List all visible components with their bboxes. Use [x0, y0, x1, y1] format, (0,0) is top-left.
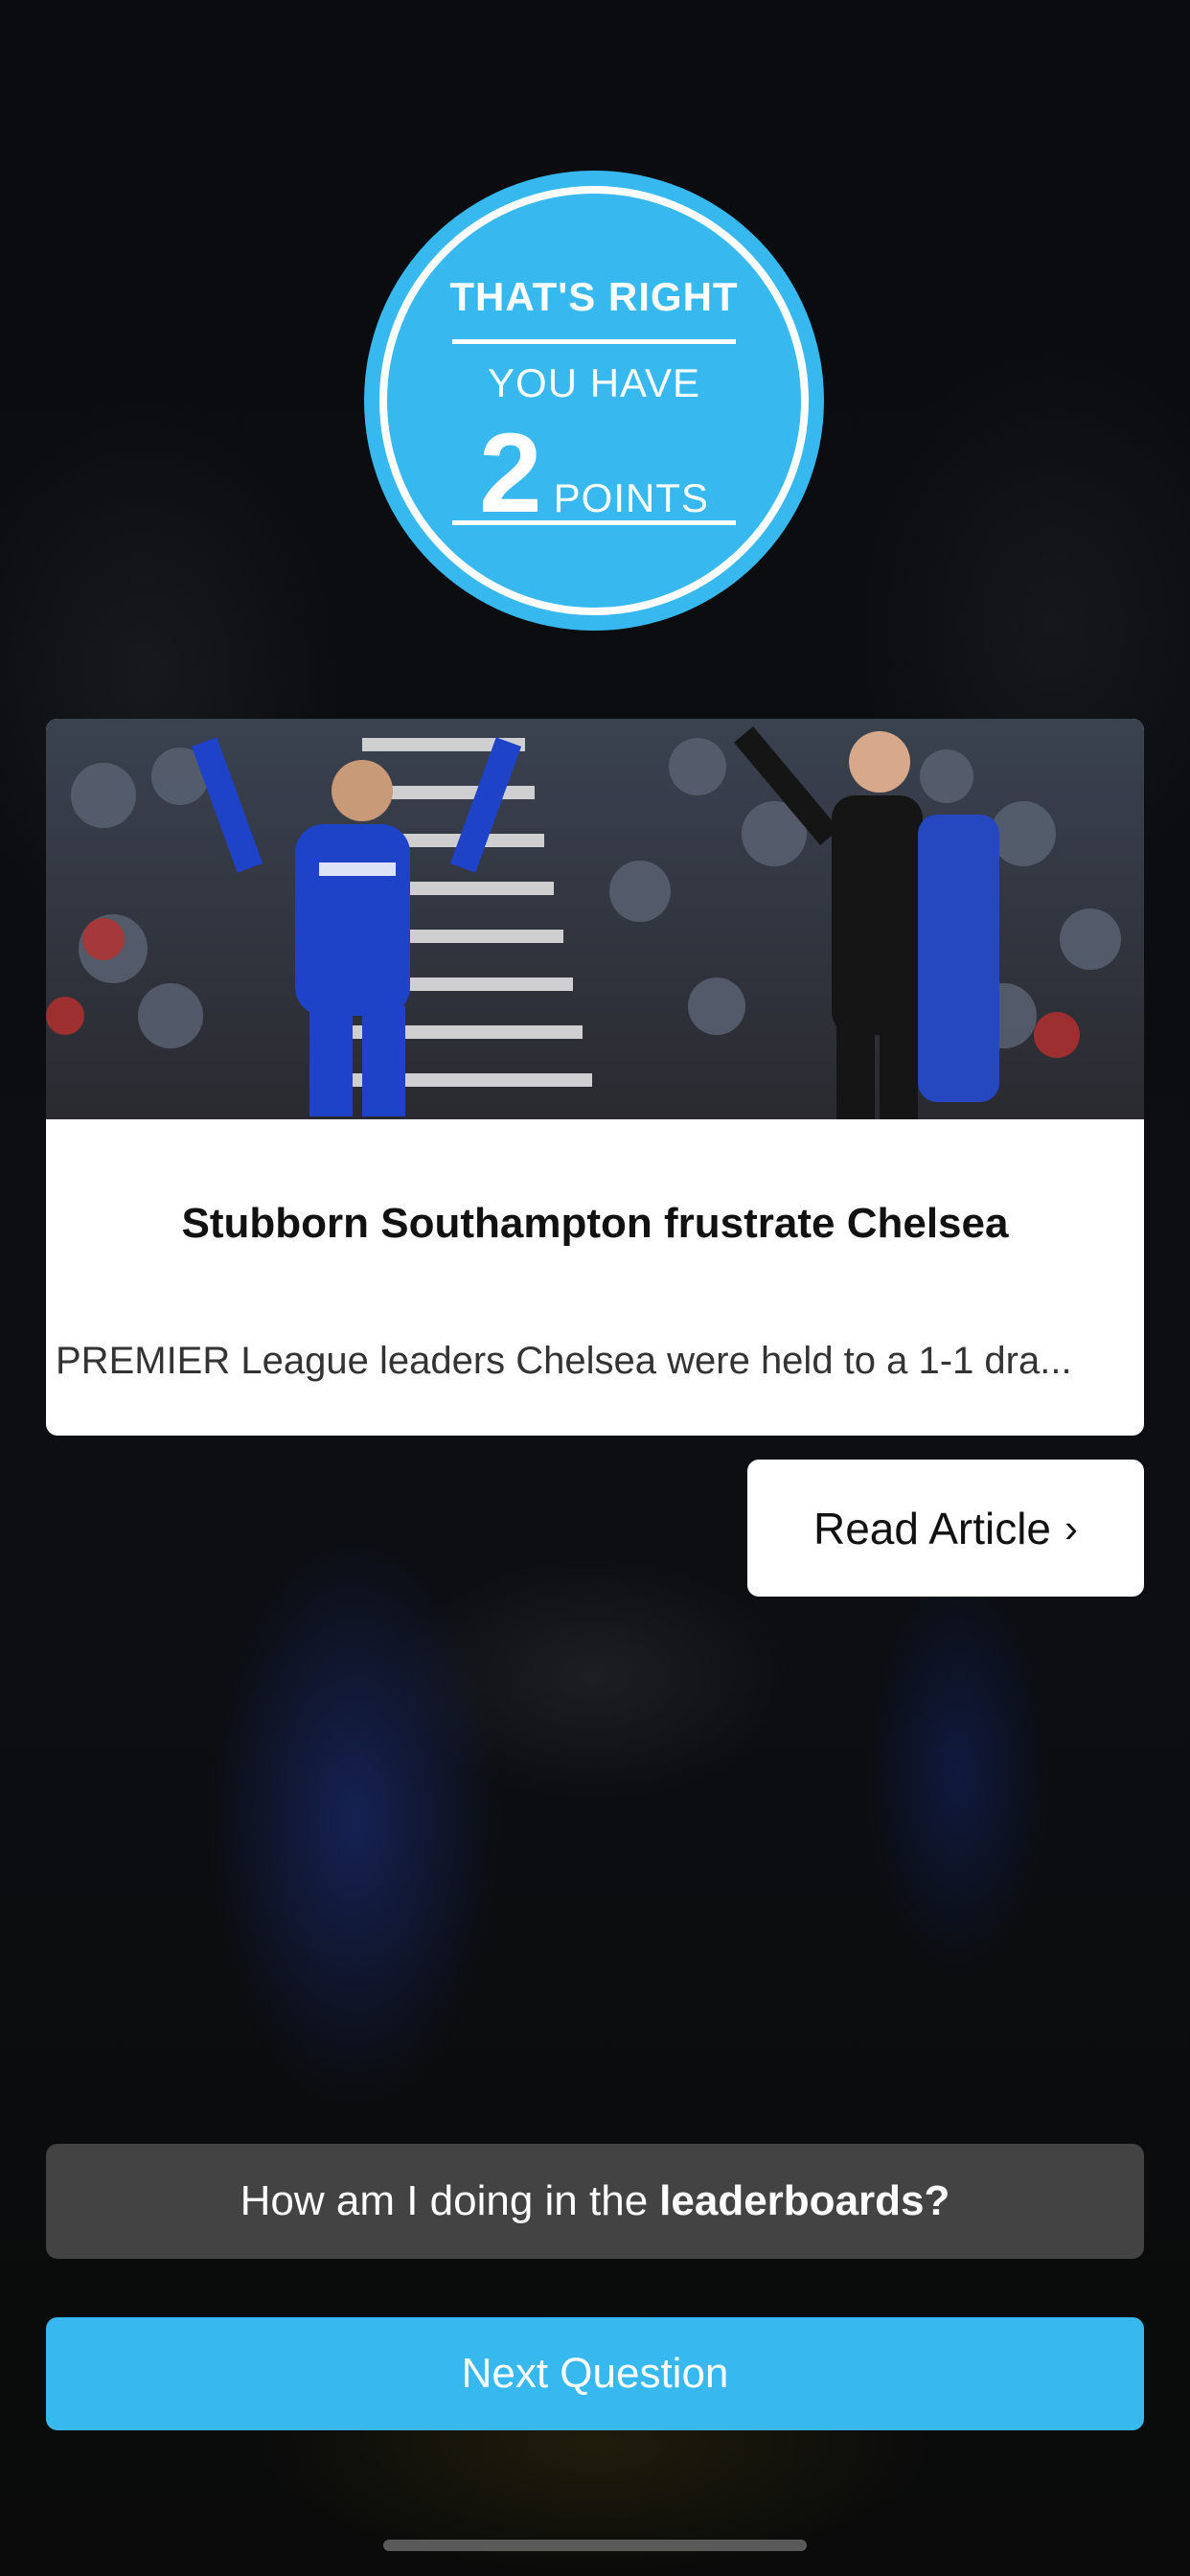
badge-title: THAT'S RIGHT — [449, 274, 739, 319]
badge-divider-bottom — [452, 520, 736, 525]
leaderboards-prefix: How am I doing in the — [240, 2177, 649, 2224]
leaderboards-button[interactable]: How am I doing in the leaderboards? — [46, 2144, 1144, 2259]
points-unit: POINTS — [553, 475, 709, 520]
next-question-button[interactable]: Next Question — [46, 2317, 1144, 2430]
article-excerpt: PREMIER League leaders Chelsea were held… — [56, 1340, 1072, 1382]
chevron-right-icon: › — [1064, 1505, 1078, 1551]
article-title: Stubborn Southampton frustrate Chelsea — [181, 1200, 1009, 1247]
badge-points-row: 2 POINTS — [364, 408, 824, 539]
read-article-button[interactable]: Read Article › — [747, 1460, 1144, 1597]
points-badge: THAT'S RIGHT YOU HAVE 2 POINTS — [364, 171, 824, 631]
home-indicator[interactable] — [383, 2540, 807, 2551]
leaderboards-emphasis: leaderboards? — [659, 2177, 950, 2224]
points-value: 2 — [479, 410, 542, 537]
badge-subtitle: YOU HAVE — [488, 360, 700, 405]
badge-divider-top — [452, 339, 736, 344]
article-image — [46, 719, 1144, 1119]
next-question-label: Next Question — [461, 2350, 729, 2397]
article-card[interactable]: Stubborn Southampton frustrate Chelsea P… — [46, 719, 1144, 1436]
read-article-label: Read Article — [812, 1503, 1051, 1553]
